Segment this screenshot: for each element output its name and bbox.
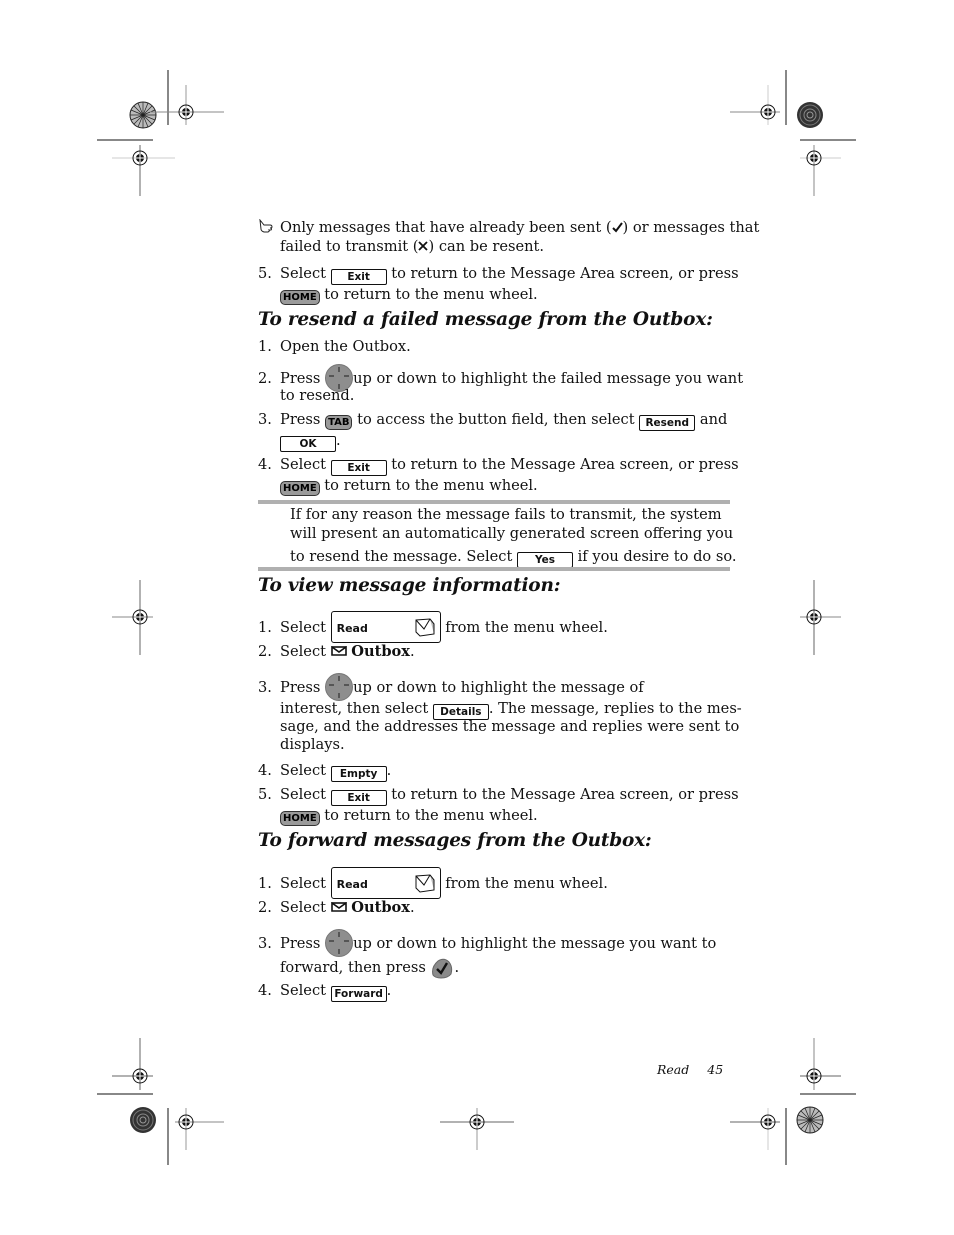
crop-mark-mid-left — [112, 580, 153, 655]
resend-step-3: 3. Press TAB to access the button field, … — [258, 411, 728, 431]
exit-button[interactable]: Exit — [330, 790, 387, 806]
step-5-top: 5. Select Exit to return to the Message A… — [258, 265, 739, 285]
forward-step-1: 1. Select Read from the menu wheel. — [258, 867, 608, 899]
read-menu-button[interactable]: Read — [330, 867, 441, 899]
resend-step-1: 1. Open the Outbox. — [258, 338, 411, 355]
yes-button[interactable]: Yes — [516, 552, 573, 568]
crop-mark-mid-right — [800, 580, 841, 655]
manual-page: Only messages that have already been sen… — [0, 0, 954, 1235]
tip-note: Only messages that have already been sen… — [258, 218, 759, 237]
resend-note: If for any reason the message fails to t… — [290, 506, 722, 523]
crop-mark-bottom-right — [730, 1038, 856, 1165]
check-key-icon[interactable] — [430, 957, 454, 979]
outbox-icon — [330, 902, 347, 912]
heading-view-info: To view message information: — [258, 575, 561, 596]
crop-mark-top-right — [730, 70, 856, 196]
heading-forward: To forward messages from the Outbox: — [258, 830, 652, 851]
resend-button[interactable]: Resend — [639, 415, 696, 431]
home-key[interactable]: HOME — [280, 811, 320, 826]
crop-mark-bottom-center — [440, 1108, 514, 1150]
read-menu-button[interactable]: Read — [330, 611, 441, 643]
dpad-icon[interactable] — [325, 929, 354, 957]
home-key[interactable]: HOME — [280, 481, 320, 496]
footer-section-name: Read — [657, 1062, 690, 1077]
view-step-3: 3. Press up or down to highlight the mess… — [258, 673, 644, 701]
crop-mark-top-left — [97, 70, 224, 196]
view-step-4: 4. Select Empty. — [258, 762, 392, 782]
exit-button[interactable]: Exit — [330, 460, 387, 476]
resend-step-4: 4. Select Exit to return to the Message A… — [258, 456, 739, 476]
ok-button[interactable]: OK — [280, 436, 336, 452]
crop-mark-bottom-left — [97, 1038, 224, 1165]
forward-step-4: 4. Select Forward. — [258, 982, 392, 1002]
dpad-icon[interactable] — [325, 673, 354, 701]
view-step-1: 1. Select Read from the menu wheel. — [258, 611, 608, 643]
pointing-hand-icon — [259, 218, 273, 233]
forward-button[interactable]: Forward — [330, 986, 387, 1002]
check-icon — [611, 222, 623, 233]
note-divider-bottom — [258, 567, 730, 571]
exit-button[interactable]: Exit — [330, 269, 387, 285]
x-icon — [418, 241, 429, 251]
forward-step-2: 2. Select Outbox. — [258, 899, 415, 916]
view-step-5: 5. Select Exit to return to the Message A… — [258, 786, 739, 806]
envelope-icon — [415, 874, 435, 893]
tab-key[interactable]: TAB — [325, 415, 353, 430]
heading-resend-failed: To resend a failed message from the Outb… — [258, 309, 713, 330]
view-step-2: 2. Select Outbox. — [258, 643, 415, 660]
page-number: 45 — [707, 1062, 724, 1077]
empty-button[interactable]: Empty — [330, 766, 387, 782]
page-footer: Read 45 — [657, 1062, 723, 1077]
home-key[interactable]: HOME — [280, 290, 320, 305]
note-divider-top — [258, 500, 730, 504]
outbox-icon — [330, 646, 347, 656]
forward-step-3: 3. Press up or down to highlight the mess… — [258, 929, 716, 957]
envelope-icon — [415, 618, 435, 637]
